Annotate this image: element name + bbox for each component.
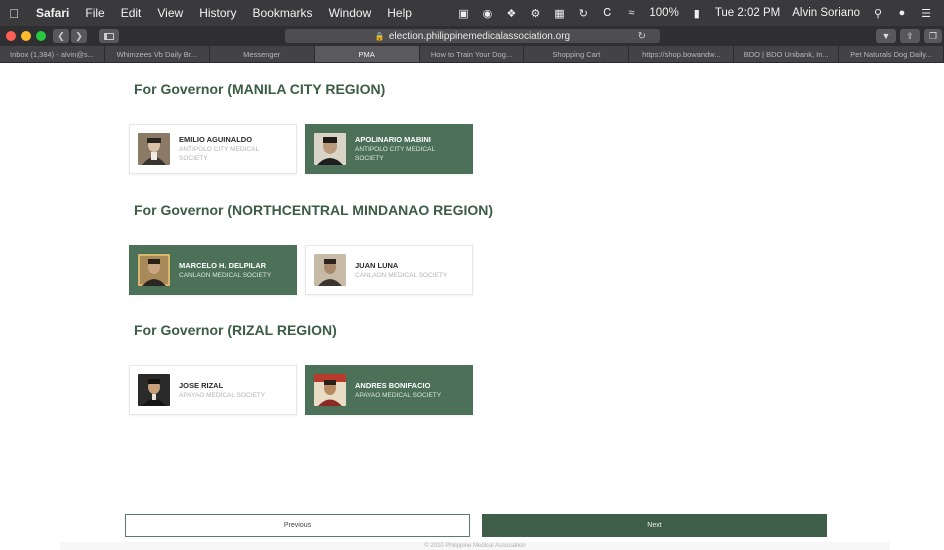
next-button[interactable]: Next — [482, 514, 827, 537]
tab-bar: Inbox (1,384) - alvin@s... Whimzees Vb D… — [0, 46, 944, 63]
bluetooth-icon[interactable]: Ꮯ — [600, 6, 614, 20]
menu-app-name[interactable]: Safari — [28, 6, 77, 20]
candidate-name: APOLINARIO MABINI — [355, 135, 431, 144]
notification-center-icon[interactable]: ☰ — [919, 6, 933, 20]
dropbox-icon[interactable]: ❖ — [504, 6, 518, 20]
candidate-card-rizal[interactable]: JOSE RIZAL APAYAO MEDICAL SOCIETY — [129, 365, 297, 415]
apple-menu-icon[interactable]:  — [0, 6, 28, 21]
candidate-name: ANDRES BONIFACIO — [355, 380, 431, 390]
forward-button[interactable]: ❯ — [71, 29, 87, 43]
show-tabs-button[interactable]: ❐ — [924, 29, 942, 43]
candidate-society: CANLAON MEDICAL SOCIETY — [355, 271, 448, 279]
calendar-icon[interactable]: ▦ — [552, 6, 566, 20]
tab-dog-training[interactable]: How to Train Your Dog... — [420, 46, 525, 62]
sidebar-icon — [104, 32, 114, 40]
minimize-window-button[interactable] — [21, 31, 31, 41]
tab-whimzees[interactable]: Whimzees Vb Daily Br... — [105, 46, 210, 62]
candidate-society: ANTIPOLO CITY MEDICAL SOCIETY — [355, 146, 435, 162]
browser-toolbar: ❮ ❯ 🔒 election.philippinemedicalassociat… — [0, 26, 944, 46]
battery-icon[interactable]: ▮ — [690, 6, 704, 20]
window-controls — [0, 31, 51, 41]
candidate-card-luna[interactable]: JUAN LUNA CANLAON MEDICAL SOCIETY — [305, 245, 473, 295]
section-title-northcentral-mindanao: For Governor (NORTHCENTRAL MINDANAO REGI… — [134, 202, 494, 218]
lock-icon: 🔒 — [374, 31, 385, 41]
sync-icon[interactable]: ↻ — [576, 6, 590, 20]
section-title-manila: For Governor (MANILA CITY REGION) — [134, 81, 386, 97]
clock[interactable]: Tue 2:02 PM — [709, 7, 786, 19]
share-button[interactable]: ⇧ — [900, 29, 920, 43]
menu-help[interactable]: Help — [379, 6, 420, 20]
candidate-card-delpilar[interactable]: MARCELO H. DELPILAR CANLAON MEDICAL SOCI… — [129, 245, 297, 295]
siri-icon[interactable]: ● — [895, 6, 909, 20]
macos-menu-bar:  Safari File Edit View History Bookmark… — [0, 0, 944, 26]
menu-history[interactable]: History — [191, 6, 244, 20]
creative-cloud-icon[interactable]: ◉ — [480, 6, 494, 20]
battery-percent[interactable]: 100% — [643, 7, 684, 19]
menu-edit[interactable]: Edit — [113, 6, 150, 20]
candidate-name: MARCELO H. DELPILAR — [179, 260, 267, 270]
candidate-photo — [314, 254, 346, 286]
candidate-society: CANLAON MEDICAL SOCIETY — [179, 271, 272, 279]
candidate-photo — [314, 133, 346, 165]
tab-bowandw[interactable]: https://shop.bowandw... — [629, 46, 735, 62]
candidate-photo — [138, 133, 170, 165]
candidate-society: APAYAO MEDICAL SOCIETY — [179, 391, 266, 399]
tab-bdo[interactable]: BDO | BDO Unibank, In... — [734, 46, 840, 62]
candidate-photo — [138, 374, 170, 406]
tab-messenger[interactable]: Messenger — [210, 46, 315, 62]
back-button[interactable]: ❮ — [53, 29, 69, 43]
wifi-icon[interactable]: ≈ — [624, 6, 638, 20]
candidate-card-aguinaldo[interactable]: EMILIO AGUINALDO ANTIPOLO CITY MEDICAL S… — [129, 124, 297, 174]
candidate-society: ANTIPOLO CITY MEDICAL SOCIETY — [179, 146, 259, 162]
url-text: election.philippinemedicalassociation.or… — [388, 30, 571, 42]
candidate-society: APAYAO MEDICAL SOCIETY — [355, 391, 442, 399]
footer-copyright: © 2020 Philippine Medical Association — [424, 543, 526, 549]
menu-bookmarks[interactable]: Bookmarks — [245, 6, 321, 20]
tab-pma[interactable]: PMA — [314, 46, 420, 62]
previous-button[interactable]: Previous — [125, 514, 470, 537]
downloads-button[interactable]: ▼ — [876, 29, 896, 43]
zoom-window-button[interactable] — [36, 31, 46, 41]
tab-inbox[interactable]: Inbox (1,384) - alvin@s... — [0, 46, 105, 62]
tab-pet-naturals[interactable]: Pet Naturals Dog Daily... — [839, 46, 944, 62]
menu-window[interactable]: Window — [321, 6, 380, 20]
candidate-name: EMILIO AGUINALDO — [179, 135, 253, 144]
candidate-name: JOSE RIZAL — [179, 380, 224, 390]
page-content: For Governor (MANILA CITY REGION) EMILIO… — [0, 63, 944, 550]
candidate-card-mabini[interactable]: APOLINARIO MABINI ANTIPOLO CITY MEDICAL … — [305, 124, 473, 174]
candidate-card-bonifacio[interactable]: ANDRES BONIFACIO APAYAO MEDICAL SOCIETY — [305, 365, 473, 415]
candidate-photo — [314, 374, 346, 406]
tab-shopping-cart[interactable]: Shopping Cart — [524, 46, 630, 62]
screen-record-icon[interactable]: ▣ — [456, 6, 470, 20]
page-footer: © 2020 Philippine Medical Association — [60, 542, 890, 550]
candidate-photo — [138, 254, 170, 286]
spotlight-search-icon[interactable]: ⚲ — [871, 6, 885, 20]
candidate-name: JUAN LUNA — [355, 260, 399, 270]
menu-file[interactable]: File — [77, 6, 112, 20]
reload-icon[interactable]: ↻ — [638, 31, 646, 42]
address-bar[interactable]: 🔒 election.philippinemedicalassociation.… — [285, 29, 660, 43]
section-title-rizal: For Governor (RIZAL REGION) — [134, 322, 337, 338]
sidebar-toggle-button[interactable] — [99, 29, 119, 43]
user-name[interactable]: Alvin Soriano — [786, 7, 866, 19]
settings-icon[interactable]: ⚙ — [528, 6, 542, 20]
close-window-button[interactable] — [6, 31, 16, 41]
menu-view[interactable]: View — [149, 6, 191, 20]
